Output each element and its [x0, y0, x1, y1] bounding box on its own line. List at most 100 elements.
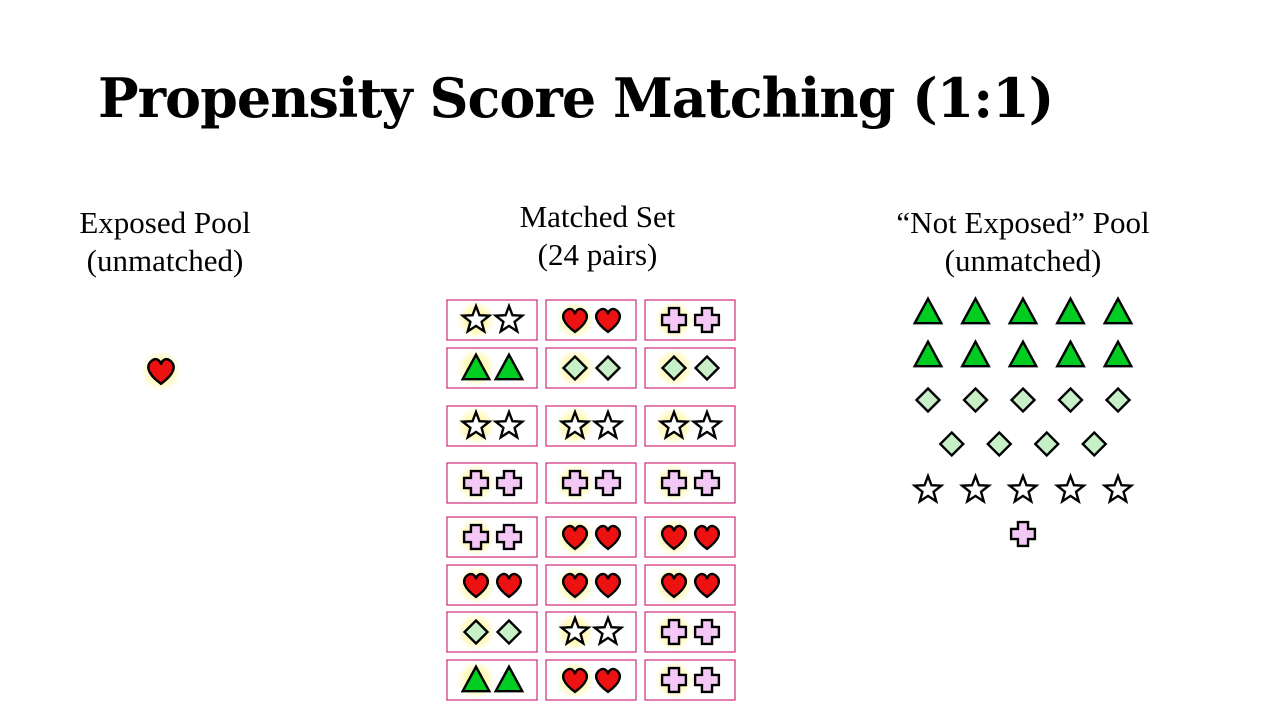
not-exposed-diamond-icon	[1104, 386, 1132, 414]
not-exposed-triangle-icon	[1102, 339, 1134, 368]
not-exposed-diamond-icon-shape	[1009, 386, 1037, 414]
not-exposed-triangle-icon	[1055, 339, 1086, 368]
matched-pair	[446, 564, 538, 606]
not-exposed-triangle-icon-shape	[1102, 339, 1134, 368]
matched-pair	[545, 611, 637, 653]
matched-pair	[644, 659, 736, 701]
matched-exposed-cross-icon	[655, 661, 693, 699]
matched-pair	[545, 347, 637, 389]
not-exposed-diamond-icon	[1009, 386, 1037, 414]
matched-pair	[446, 405, 538, 447]
matched-pair	[644, 299, 736, 341]
not-exposed-triangle-icon-shape	[1007, 339, 1039, 368]
matched-pair	[446, 611, 538, 653]
matched-exposed-heart-icon	[556, 566, 594, 604]
not-exposed-triangle-icon-shape	[1055, 296, 1086, 325]
not-exposed-star-icon-shape	[911, 472, 945, 505]
matched-exposed-star-icon	[457, 301, 495, 339]
not-exposed-triangle-icon-shape	[1007, 296, 1039, 325]
matched-exposed-heart-icon	[655, 518, 693, 556]
matched-exposed-star-icon	[556, 613, 594, 651]
not-exposed-triangle-icon-shape	[960, 339, 991, 368]
matched-exposed-triangle-icon	[457, 661, 495, 699]
matched-exposed-cross-icon	[556, 464, 594, 502]
matched-exposed-heart-icon	[556, 301, 594, 339]
not-exposed-cross-icon-shape	[1009, 520, 1037, 548]
not-exposed-triangle-icon	[912, 339, 944, 368]
matched-exposed-triangle-icon	[457, 349, 495, 387]
not-exposed-triangle-icon-shape	[960, 296, 991, 325]
matched-pair	[545, 405, 637, 447]
matched-exposed-cross-icon	[655, 613, 693, 651]
not-exposed-diamond-icon	[986, 430, 1013, 458]
not-exposed-triangle-icon-shape	[1102, 296, 1134, 325]
matched-exposed-diamond-icon	[556, 349, 594, 387]
matched-pair	[545, 659, 637, 701]
matched-pair	[644, 611, 736, 653]
matched-exposed-cross-icon	[457, 464, 495, 502]
not-exposed-diamond-icon-shape	[914, 386, 942, 414]
not-exposed-triangle-icon-shape	[1055, 339, 1086, 368]
matched-exposed-heart-icon	[655, 566, 693, 604]
not-exposed-diamond-icon	[962, 386, 989, 414]
exposed-pool	[140, 350, 182, 392]
matched-pair	[446, 299, 538, 341]
matched-pair	[446, 462, 538, 504]
not-exposed-diamond-icon-shape	[1081, 430, 1108, 458]
matched-exposed-heart-icon	[556, 518, 594, 556]
matched-exposed-diamond-icon	[457, 613, 495, 651]
not-exposed-star-icon	[1053, 472, 1088, 505]
not-exposed-cross-icon	[1009, 520, 1037, 548]
not-exposed-star-icon	[1006, 472, 1040, 505]
not-exposed-star-icon	[1101, 472, 1135, 505]
not-exposed-triangle-icon-shape	[912, 296, 944, 325]
not-exposed-star-icon-shape	[1006, 472, 1040, 505]
not-exposed-star-icon-shape	[958, 472, 993, 505]
matched-exposed-diamond-icon	[655, 349, 693, 387]
matched-set	[446, 299, 736, 701]
not-exposed-diamond-icon	[1081, 430, 1108, 458]
matched-pair	[644, 516, 736, 558]
not-exposed-triangle-icon	[1007, 339, 1039, 368]
diagram-canvas	[140, 296, 1135, 701]
not-exposed-diamond-icon-shape	[986, 430, 1013, 458]
exposed-heart-icon	[140, 350, 182, 392]
matched-exposed-cross-icon	[655, 464, 693, 502]
not-exposed-diamond-icon-shape	[938, 430, 965, 458]
matched-exposed-star-icon	[655, 407, 693, 445]
not-exposed-diamond-icon	[1057, 386, 1084, 414]
not-exposed-diamond-icon	[938, 430, 965, 458]
matched-exposed-heart-icon	[556, 661, 594, 699]
not-exposed-triangle-icon	[1007, 296, 1039, 325]
not-exposed-triangle-icon	[912, 296, 944, 325]
not-exposed-triangle-icon	[1055, 296, 1086, 325]
not-exposed-diamond-icon-shape	[1033, 430, 1060, 458]
matched-pair	[446, 659, 538, 701]
not-exposed-pool	[911, 296, 1135, 548]
matched-exposed-cross-icon	[457, 518, 495, 556]
not-exposed-diamond-icon-shape	[1057, 386, 1084, 414]
not-exposed-star-icon-shape	[1053, 472, 1088, 505]
not-exposed-star-icon	[958, 472, 993, 505]
matched-exposed-star-icon	[457, 407, 495, 445]
not-exposed-triangle-icon-shape	[912, 339, 944, 368]
matched-pair	[545, 299, 637, 341]
matched-pair	[446, 347, 538, 389]
matched-pair	[644, 462, 736, 504]
matched-pair	[644, 405, 736, 447]
matched-pair	[446, 516, 538, 558]
matched-pair	[644, 564, 736, 606]
not-exposed-triangle-icon	[960, 296, 991, 325]
matched-exposed-cross-icon	[655, 301, 693, 339]
matched-pair	[545, 462, 637, 504]
not-exposed-star-icon	[911, 472, 945, 505]
not-exposed-diamond-icon-shape	[1104, 386, 1132, 414]
matched-pair	[545, 516, 637, 558]
matched-exposed-star-icon	[556, 407, 594, 445]
not-exposed-triangle-icon	[960, 339, 991, 368]
not-exposed-diamond-icon	[1033, 430, 1060, 458]
matched-pair	[545, 564, 637, 606]
not-exposed-star-icon-shape	[1101, 472, 1135, 505]
matched-exposed-heart-icon	[457, 566, 495, 604]
not-exposed-triangle-icon	[1102, 296, 1134, 325]
